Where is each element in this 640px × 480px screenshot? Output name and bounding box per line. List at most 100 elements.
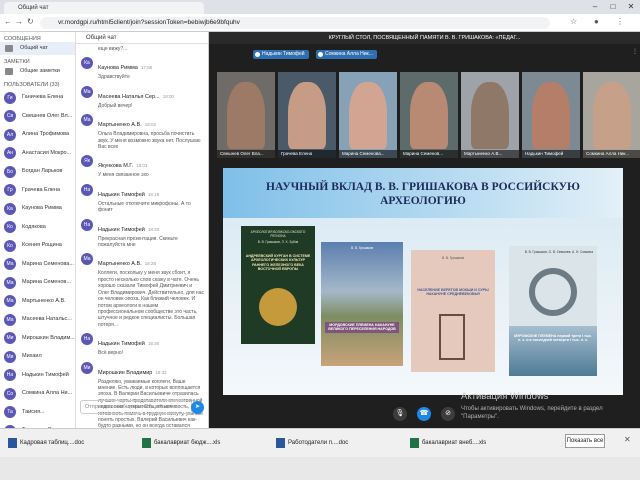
message-time: 18:20 [147,226,160,232]
download-item[interactable]: Работодатели п....doc [274,435,404,451]
browser-tab[interactable]: Общий чат [4,2,204,14]
close-window-icon[interactable]: ✕ [622,0,640,14]
back-icon[interactable]: ← [4,17,12,26]
user-list-item[interactable]: Ма Марина Семенов... [0,273,75,292]
user-list-item[interactable]: Ко Ксения Рощина [0,236,75,255]
microphone-button[interactable]: 🎙 [393,407,407,421]
message-text: Прекрасная презентация. Скиньте пожалуйс… [98,235,178,249]
chat-input[interactable]: Отправить сообщение Общий чат [80,400,192,414]
messages-header: СООБЩЕНИЯ [4,36,41,42]
download-item[interactable]: Кадровая таблиц....doc [6,435,136,451]
message-text: Добрый вечер! [98,102,133,109]
avatar: Ка [81,57,93,70]
maximize-icon[interactable]: □ [604,0,622,14]
star-icon[interactable]: ☆ [570,17,577,26]
avatar: На [81,333,93,346]
download-item[interactable]: бакалавриат бюдж....xls [140,435,270,451]
video-tile[interactable]: Свешнев Олег Вла... [217,72,275,158]
avatar: Ко [4,221,16,233]
download-name: бакалавриат бюдж....xls [154,440,221,446]
user-list-item[interactable]: ТаТихонова Светла... [0,421,75,428]
participant-video [532,82,570,150]
video-tile[interactable]: Надькин Тимофей [522,72,580,158]
user-list-item[interactable]: Со Сомкина Алла Ни... [0,384,75,403]
user-list-item[interactable]: Ка Каунова Римма [0,199,75,218]
avatar: Ко [4,239,16,252]
address-bar-row: ← → ↻ vr.mordgpi.ru/html5client/join?ses… [0,14,640,32]
message-author: Надькин Тимофей [98,191,145,198]
video-tile[interactable]: Грачева Елена [278,72,336,158]
user-list-item[interactable]: Ма Масеева Натальс... [0,310,75,329]
user-list-item[interactable]: Ми Михаил [0,347,75,366]
participant-video [593,82,631,150]
message-time: 18:18 [147,191,160,197]
message-author: Мартыненко А.В. [98,261,142,268]
minimize-icon[interactable]: – [586,0,604,14]
show-all-button[interactable]: Показать все [565,434,605,448]
public-chat-link[interactable]: Общий чат [0,42,75,55]
video-tile[interactable]: Марина Семенова... [339,72,397,158]
user-list-item[interactable]: Ал Алина Трофимова [0,125,75,144]
user-list-item[interactable]: Та Таисия... [0,403,75,422]
user-list-item[interactable]: Ма Мартыненко А.В. [0,292,75,311]
user-list-item[interactable]: Ма Марина Семенова... [0,255,75,274]
message-time: 18:02 [144,122,156,128]
shared-notes-label: Общие заметки [20,68,60,74]
user-name: Михаил [22,353,42,359]
book-title: МОРДОВСКИЕ ПЛЕМЕНА НАКАНУНЕ ВЕЛИКОГО ПЕР… [325,322,399,333]
video-tile[interactable]: Марина Семенов... [400,72,458,158]
download-name: Кадровая таблиц....doc [20,440,85,446]
chat-icon [5,45,13,52]
message-time: 18:32 [155,369,167,375]
user-name: Ксения Рощина [22,242,62,248]
book-title: НАСЕЛЕНИЕ БЕРЕГОВ МОКШИ И СУРЫ НАКАНУНЕ … [417,288,489,297]
user-list-item[interactable]: Бо Богдан Ларьков [0,162,75,181]
user-list-item[interactable]: Гр Грачева Елена [0,181,75,200]
slide-title: НАУЧНЫЙ ВКЛАД В. В. ГРИШАКОВА В РОССИЙСК… [266,181,580,207]
excel-file-icon [142,438,151,448]
download-item[interactable]: бакалавриат внеб....xls [408,435,538,451]
user-list-item[interactable]: На Надькин Тимофей [0,366,75,385]
message-text: Всё верно! [98,350,124,357]
message-text: еще вижу?... [98,46,128,52]
participant-video [471,82,509,150]
video-tile[interactable]: Мартыненко А.В... [461,72,519,158]
url-field[interactable]: vr.mordgpi.ru/html5client/join?sessionTo… [40,17,550,29]
close-downloads-icon[interactable]: ✕ [624,435,631,444]
chat-header: Общий чат [76,32,208,44]
control-bar: 🎙 ☎ ⊘ [209,401,640,428]
user-list-item[interactable]: Ги Ганичева Елена [0,88,75,107]
user-name: Таисия... [22,408,45,415]
avatar: Ми [81,361,93,374]
reload-icon[interactable]: ↻ [27,17,34,26]
options-icon[interactable]: ⋮ [632,48,638,55]
phone-button[interactable]: ☎ [417,407,431,421]
user-list-item[interactable]: Ми Мирошкин Владим... [0,329,75,348]
video-tile[interactable]: Сомкина Алла Ник... [583,72,640,158]
avatar: Ми [4,332,16,344]
user-name: Кодякова [22,223,46,230]
forward-icon[interactable]: → [15,17,23,26]
avatar: Як [81,155,93,168]
profile-icon[interactable]: ● [594,17,599,26]
user-name: Сомкина Алла Ни... [22,390,73,396]
message-author: Каунова Римма [98,65,138,72]
menu-dots-icon[interactable]: ⋮ [616,17,624,26]
send-button[interactable]: ➤ [191,401,204,414]
chat-header-title: Общий чат [86,35,117,41]
avatar: Ма [4,295,16,307]
book-title: АНДРЕЕВСКИЙ КУРГАН В СИСТЕМЕ АРХЕОЛОГИЧЕ… [245,254,311,271]
participant-name: Свешнев Олег Вла... [217,150,275,158]
user-list-item[interactable]: Ко Кодякова [0,218,75,237]
message-time: 18:03 [136,163,148,169]
screen: Общий чат – □ ✕ ← → ↻ vr.mordgpi.ru/html… [0,0,640,480]
message-author: Мирошкин Владимир [98,369,153,376]
book-authors: В. В. Гришаков, О. В. Свешнев, А. Н. Сом… [524,250,593,254]
user-name: Мирошкин Владим... [22,334,75,341]
camera-off-button[interactable]: ⊘ [441,407,455,421]
user-name: Мартыненко А.В. [22,297,66,304]
user-list-item[interactable]: Ан Анастасия Мокро... [0,144,75,163]
user-list-item[interactable]: Св Свешнев Олег Вл... [0,107,75,126]
shared-notes-link[interactable]: Общие заметки [0,65,75,78]
book-authors: В. В. Гришаков [441,256,465,260]
